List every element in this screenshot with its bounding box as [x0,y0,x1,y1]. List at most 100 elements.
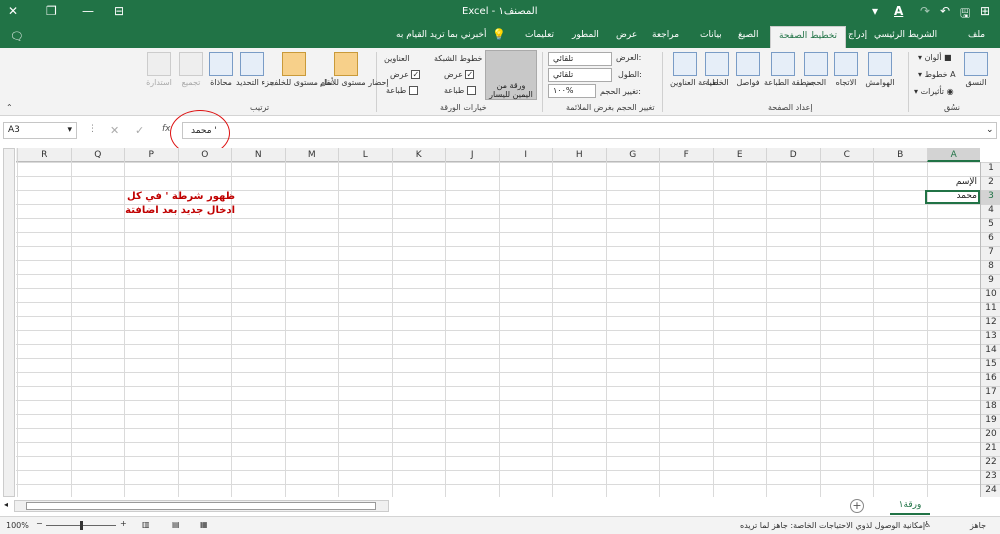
row-header-15[interactable]: 15 [981,358,1000,372]
active-cell[interactable] [925,190,980,204]
orientation-button[interactable]: الاتجاه [830,52,862,87]
align-button[interactable]: محاذاة [206,52,236,87]
autosave-icon[interactable]: ⊞ [980,4,990,18]
column-header-q[interactable]: Q [70,148,125,162]
column-header-r[interactable]: R [17,148,71,162]
tab-view[interactable]: عرض [616,30,637,40]
column-header-f[interactable]: F [659,148,713,162]
row-header-6[interactable]: 6 [981,232,1000,246]
collapse-ribbon-icon[interactable]: ⌃ [6,103,13,112]
row-header-24[interactable]: 24 [981,484,1000,498]
row-header-3[interactable]: 3 [981,190,1000,204]
column-header-h[interactable]: H [552,148,606,162]
theme-effects-button[interactable]: ▾ تأثيرات ◉ [914,87,954,96]
scale-spinner[interactable]: ١٠٠% [548,84,596,98]
new-sheet-button[interactable]: + [850,499,864,513]
normal-view-icon[interactable]: ▦ [200,520,208,529]
zoom-out-icon[interactable]: − [36,519,43,528]
page-layout-view-icon[interactable]: ▤ [172,520,180,529]
row-header-14[interactable]: 14 [981,344,1000,358]
tell-me-search[interactable]: أخبرني بما تريد القيام به [396,30,487,40]
ribbon-display-icon[interactable]: ⊟ [114,4,124,18]
cancel-icon[interactable]: ✕ [110,124,119,137]
print-area-button[interactable]: منطقة الطباعة [764,52,813,87]
breaks-button[interactable]: فواصل [734,52,762,87]
row-header-20[interactable]: 20 [981,428,1000,442]
row-header-18[interactable]: 18 [981,400,1000,414]
column-header-a[interactable]: A [926,148,980,162]
page-break-view-icon[interactable]: ▥ [142,520,150,529]
tab-home[interactable]: الشريط الرئيسي [874,30,937,40]
tab-formulas[interactable]: الصيغ [738,30,759,40]
vertical-scrollbar[interactable] [3,148,15,497]
minimize-icon[interactable]: — [82,4,94,18]
tab-help[interactable]: تعليمات [525,30,554,40]
tab-developer[interactable]: المطور [572,30,599,40]
restore-icon[interactable]: ❐ [46,4,57,18]
comments-icon[interactable]: 🗨 [10,30,24,43]
row-header-9[interactable]: 9 [981,274,1000,288]
save-icon[interactable]: 🖫 [960,4,970,25]
tab-data[interactable]: بيانات [700,30,722,40]
row-header-12[interactable]: 12 [981,316,1000,330]
row-header-22[interactable]: 22 [981,456,1000,470]
row-header-8[interactable]: 8 [981,260,1000,274]
row-header-21[interactable]: 21 [981,442,1000,456]
row-header-7[interactable]: 7 [981,246,1000,260]
row-header-5[interactable]: 5 [981,218,1000,232]
themes-button[interactable]: النسق [956,52,996,87]
sheet-tab[interactable]: ورقة١ [890,497,930,515]
selection-pane-button[interactable]: جزء التحديد [236,52,275,87]
accessibility-status[interactable]: إمكانية الوصول لذوي الاحتياجات الخاصة: ج… [740,521,925,530]
row-header-4[interactable]: 4 [981,204,1000,218]
zoom-thumb[interactable] [80,521,83,530]
tab-page-layout[interactable]: تخطيط الصفحة [770,26,847,48]
column-header-l[interactable]: L [338,148,392,162]
theme-colors-button[interactable]: ▾ ألوان ■ [918,53,952,62]
row-header-23[interactable]: 23 [981,470,1000,484]
redo-icon[interactable]: ↷ [920,4,930,18]
undo-icon[interactable]: ↶ [940,4,950,18]
row-header-10[interactable]: 10 [981,288,1000,302]
column-header-e[interactable]: E [712,148,767,162]
window-close-icon[interactable]: ✕ [8,4,18,18]
rotate-button[interactable]: استدارة [142,52,176,87]
send-backward-button[interactable]: نقل مستوى للخلف [270,52,333,87]
row-header-16[interactable]: 16 [981,372,1000,386]
column-header-b[interactable]: B [873,148,927,162]
sheet-rtl-button[interactable]: ورقة من اليمين لليسار [485,50,537,100]
print-titles-button[interactable]: طباعة العناوين [670,52,718,87]
name-box[interactable]: A3 ▾ [3,122,77,139]
tab-file[interactable]: ملف [968,30,985,40]
column-header-p[interactable]: P [124,148,178,162]
cell-a2[interactable]: الإسم [927,177,981,187]
width-dropdown[interactable]: تلقائي [548,52,612,66]
column-header-j[interactable]: J [445,148,499,162]
theme-fonts-button[interactable]: ▾ خطوط A [918,70,956,79]
column-header-c[interactable]: C [819,148,874,162]
tab-review[interactable]: مراجعة [652,30,679,40]
headings-print-checkbox[interactable]: طباعة [386,86,418,95]
row-header-11[interactable]: 11 [981,302,1000,316]
column-header-i[interactable]: I [498,148,553,162]
gridlines-print-checkbox[interactable]: طباعة [444,86,476,95]
zoom-in-icon[interactable]: + [120,519,127,528]
row-header-2[interactable]: 2 [981,176,1000,190]
column-header-o[interactable]: O [177,148,232,162]
expand-formula-icon[interactable]: ⌄ [986,125,994,135]
column-header-m[interactable]: M [284,148,339,162]
row-header-17[interactable]: 17 [981,386,1000,400]
column-header-k[interactable]: K [391,148,446,162]
scrollbar-thumb[interactable] [26,502,376,510]
column-header-g[interactable]: G [605,148,660,162]
enter-icon[interactable]: ✓ [135,124,144,137]
headings-view-checkbox[interactable]: عرض ✓ [390,70,421,79]
column-header-n[interactable]: N [231,148,285,162]
font-color-icon[interactable]: A [894,4,903,18]
zoom-level[interactable]: 100% [6,521,29,530]
group-button[interactable]: تجميع [176,52,206,87]
formula-input[interactable]: محمد ' [182,122,997,139]
gridlines-view-checkbox[interactable]: عرض ✓ [444,70,475,79]
column-header-d[interactable]: D [766,148,820,162]
row-header-1[interactable]: 1 [981,162,1000,176]
